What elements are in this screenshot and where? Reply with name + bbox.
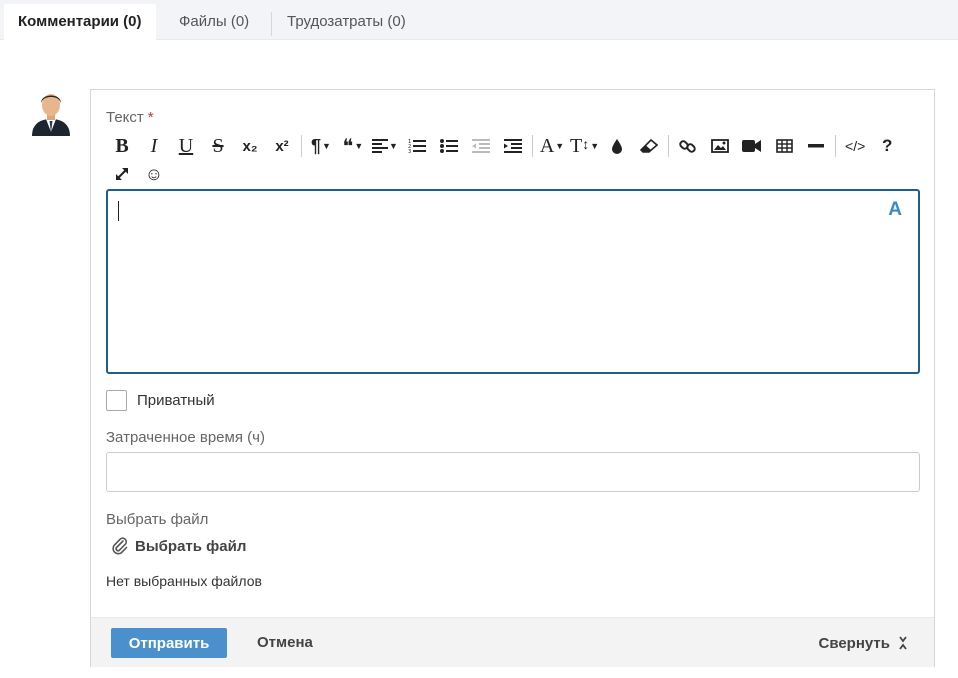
- bullet-list-button[interactable]: [433, 132, 465, 160]
- outdent-icon: [472, 139, 490, 153]
- indent-icon: [504, 139, 522, 153]
- tab-bar: Комментарии (0) Файлы (0) Трудозатраты (…: [0, 0, 958, 40]
- collapse-button[interactable]: Свернуть: [818, 628, 908, 658]
- font-color-icon: A: [539, 134, 555, 157]
- toolbar-separator: [301, 135, 302, 157]
- horizontal-line-icon: [808, 144, 825, 148]
- tab-worklog[interactable]: Трудозатраты (0): [273, 4, 420, 40]
- toolbar-separator: [532, 135, 533, 157]
- emoji-button[interactable]: ☺: [138, 160, 170, 188]
- expand-icon: [116, 168, 128, 180]
- subscript-button[interactable]: x₂: [234, 132, 266, 160]
- text-cursor: [118, 201, 119, 221]
- quote-icon: ❝: [342, 135, 354, 158]
- background-color-button[interactable]: [601, 132, 633, 160]
- chevron-down-icon: ▼: [389, 141, 398, 151]
- required-mark: *: [147, 109, 154, 126]
- text-label: Текст *: [106, 109, 154, 126]
- text-label-value: Текст: [106, 109, 144, 126]
- cancel-button[interactable]: Отмена: [245, 628, 325, 658]
- collapse-icon: [898, 636, 908, 650]
- time-spent-input[interactable]: [106, 452, 920, 492]
- paragraph-format-button[interactable]: ¶ ▼: [305, 132, 337, 160]
- bold-glyph: B: [115, 134, 129, 157]
- toolbar-separator: [835, 135, 837, 157]
- strikethrough-button[interactable]: S: [202, 132, 234, 160]
- collapse-label: Свернуть: [818, 634, 890, 652]
- time-spent-label: Затраченное время (ч): [106, 429, 265, 446]
- paperclip-icon: [112, 537, 128, 555]
- no-files-text: Нет выбранных файлов: [106, 573, 262, 589]
- indent-button[interactable]: [497, 132, 529, 160]
- comment-form: Текст * B I U S x₂ x² ¶ ▼ ❝ ▼ ▼ 123 A ▼ …: [90, 89, 935, 667]
- choose-file-button[interactable]: Выбрать файл: [111, 537, 246, 555]
- code-icon: </>: [845, 138, 866, 154]
- underline-button[interactable]: U: [170, 132, 202, 160]
- subscript-glyph: x₂: [242, 137, 258, 155]
- svg-text:3: 3: [408, 149, 411, 154]
- tab-comments[interactable]: Комментарии (0): [4, 4, 156, 40]
- paragraph-icon: ¶: [311, 135, 322, 156]
- private-row: Приватный: [106, 390, 215, 411]
- image-icon: [711, 139, 730, 153]
- strike-glyph: S: [212, 134, 224, 157]
- chevron-down-icon: ▼: [590, 141, 600, 151]
- align-left-icon: [372, 139, 389, 153]
- comment-editor[interactable]: A: [106, 189, 920, 374]
- horizontal-line-button[interactable]: [800, 132, 832, 160]
- avatar: [30, 88, 72, 136]
- fullscreen-button[interactable]: [106, 160, 138, 188]
- bold-button[interactable]: B: [106, 132, 138, 160]
- chevron-down-icon: ▼: [354, 141, 364, 151]
- help-button[interactable]: ?: [871, 132, 903, 160]
- drop-icon: [612, 139, 623, 154]
- video-button[interactable]: [736, 132, 768, 160]
- tab-separator: [271, 12, 272, 36]
- chevron-down-icon: ▼: [555, 141, 565, 151]
- editor-toolbar: B I U S x₂ x² ¶ ▼ ❝ ▼ ▼ 123 A ▼ T ↕ ▼ </…: [106, 132, 926, 188]
- quote-button[interactable]: ❝ ▼: [337, 132, 369, 160]
- font-size-icon: T: [570, 134, 583, 157]
- form-footer: Отправить Отмена Свернуть: [91, 617, 934, 667]
- eraser-icon: [640, 139, 659, 153]
- superscript-button[interactable]: x²: [266, 132, 298, 160]
- superscript-glyph: x²: [275, 137, 289, 155]
- submit-button[interactable]: Отправить: [111, 628, 227, 658]
- table-button[interactable]: [768, 132, 800, 160]
- table-icon: [775, 139, 793, 153]
- italic-button[interactable]: I: [138, 132, 170, 160]
- emoji-icon: ☺: [144, 163, 164, 184]
- code-view-button[interactable]: </>: [839, 132, 871, 160]
- image-button[interactable]: [704, 132, 736, 160]
- tab-files[interactable]: Файлы (0): [165, 4, 263, 40]
- toolbar-separator: [668, 135, 670, 157]
- bullet-list-icon: [440, 139, 458, 153]
- text-height-icon: ↕: [582, 138, 590, 153]
- font-size-button[interactable]: T ↕ ▼: [568, 132, 601, 160]
- clear-format-button[interactable]: [633, 132, 665, 160]
- italic-glyph: I: [150, 134, 158, 157]
- chevron-down-icon: ▼: [322, 141, 331, 151]
- choose-file-label: Выбрать файл: [135, 537, 247, 555]
- private-label: Приватный: [137, 392, 215, 409]
- align-button[interactable]: ▼: [369, 132, 401, 160]
- link-icon: [679, 140, 696, 153]
- private-checkbox[interactable]: [106, 390, 127, 411]
- outdent-button[interactable]: [465, 132, 497, 160]
- font-color-button[interactable]: A ▼: [536, 132, 568, 160]
- link-button[interactable]: [672, 132, 704, 160]
- grammar-check-icon[interactable]: A: [888, 199, 902, 221]
- ordered-list-button[interactable]: 123: [401, 132, 433, 160]
- video-icon: [742, 140, 762, 152]
- ordered-list-icon: 123: [408, 139, 426, 154]
- file-label: Выбрать файл: [106, 511, 209, 528]
- help-icon: ?: [881, 136, 893, 155]
- underline-glyph: U: [178, 134, 194, 157]
- user-avatar-icon: [32, 94, 70, 136]
